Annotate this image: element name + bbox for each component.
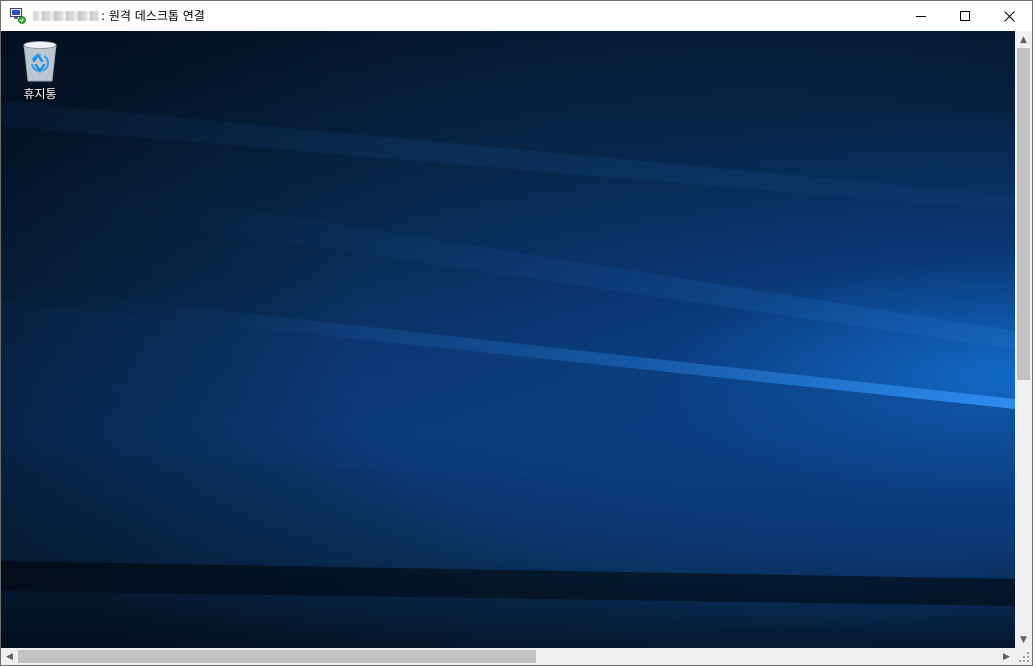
maximize-button[interactable] bbox=[942, 1, 988, 31]
window-title: : 원격 데스크톱 연결 bbox=[33, 1, 205, 31]
remote-desktop-viewport[interactable]: 휴지통 bbox=[1, 31, 1015, 648]
remote-desktop-icon[interactable] bbox=[10, 8, 26, 24]
desktop-icon-label: 휴지통 bbox=[23, 87, 57, 101]
scroll-left-arrow[interactable]: ◀ bbox=[1, 648, 18, 665]
close-button[interactable] bbox=[986, 1, 1032, 31]
wallpaper bbox=[1, 31, 1015, 648]
size-grip-icon bbox=[1019, 652, 1029, 662]
recycle-bin-icon bbox=[23, 41, 57, 82]
scroll-down-arrow[interactable]: ▼ bbox=[1015, 631, 1032, 648]
minimize-button[interactable] bbox=[898, 1, 944, 31]
vertical-scrollbar[interactable]: ▲ ▼ bbox=[1015, 31, 1032, 648]
remote-desktop-window: : 원격 데스크톱 연결 휴지통 ▲ ▼ ◀ ▶ bbox=[0, 0, 1033, 666]
size-grip[interactable] bbox=[1015, 648, 1032, 665]
close-icon bbox=[1003, 10, 1015, 22]
minimize-icon bbox=[916, 16, 926, 17]
title-bar[interactable]: : 원격 데스크톱 연결 bbox=[1, 1, 1032, 31]
window-title-text: : 원격 데스크톱 연결 bbox=[101, 9, 205, 23]
maximize-icon bbox=[960, 11, 970, 21]
horizontal-scroll-thumb[interactable] bbox=[18, 650, 536, 663]
redacted-host-name bbox=[33, 11, 99, 21]
desktop-icon-recycle-bin[interactable]: 휴지통 bbox=[12, 39, 68, 109]
vertical-scroll-thumb[interactable] bbox=[1017, 48, 1030, 380]
horizontal-scrollbar[interactable]: ◀ ▶ bbox=[1, 648, 1015, 665]
scroll-right-arrow[interactable]: ▶ bbox=[998, 648, 1015, 665]
scroll-up-arrow[interactable]: ▲ bbox=[1015, 31, 1032, 48]
